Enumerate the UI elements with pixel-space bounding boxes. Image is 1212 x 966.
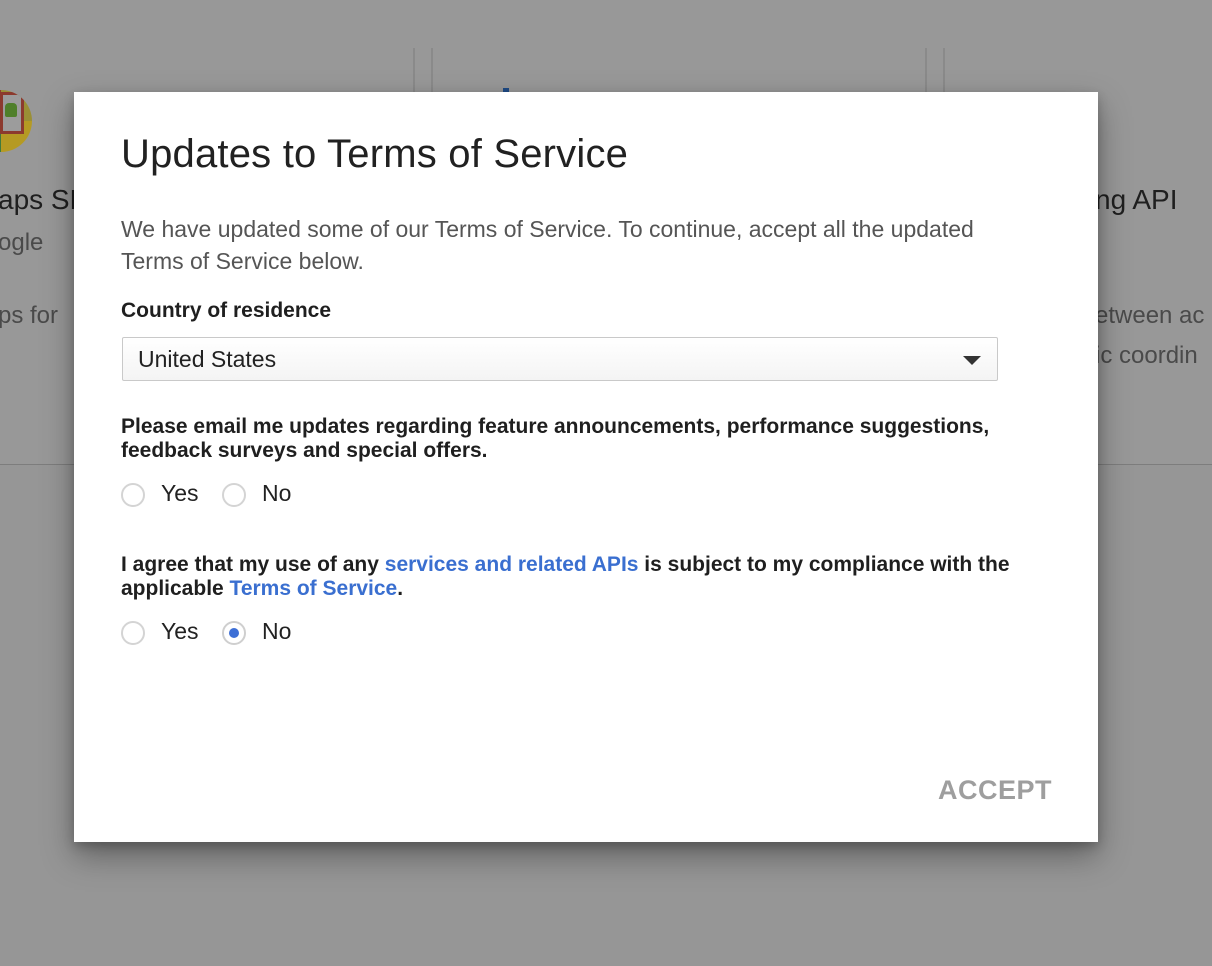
card-title: ng API xyxy=(1095,184,1178,215)
country-select-value: United States xyxy=(138,346,277,372)
country-select[interactable]: United States xyxy=(122,337,998,381)
radio-unchecked-icon xyxy=(121,621,145,645)
card-subtitle: ogle xyxy=(0,229,44,256)
services-apis-link[interactable]: services and related APIs xyxy=(385,553,639,576)
accept-button[interactable]: ACCEPT xyxy=(938,775,1052,806)
terms-dialog: Updates to Terms of Service We have upda… xyxy=(74,92,1098,842)
dialog-intro-text: We have updated some of our Terms of Ser… xyxy=(121,216,974,274)
agreement-text: I agree that my use of any xyxy=(121,553,385,576)
card-description: ic coordin xyxy=(1095,342,1198,369)
country-label: Country of residence xyxy=(121,299,332,322)
radio-label: Yes xyxy=(161,618,199,644)
card-description: ps for xyxy=(0,302,59,329)
radio-label: No xyxy=(262,618,292,644)
terms-agreement-question: I agree that my use of any services and … xyxy=(121,553,1021,601)
chevron-down-icon xyxy=(963,356,981,365)
terms-of-service-link[interactable]: Terms of Service xyxy=(230,577,398,600)
card-description: etween ac xyxy=(1095,302,1205,329)
radio-label: Yes xyxy=(161,480,199,506)
radio-checked-icon xyxy=(222,621,246,645)
radio-unchecked-icon xyxy=(222,483,246,507)
dialog-title: Updates to Terms of Service xyxy=(121,132,629,176)
radio-label: No xyxy=(262,480,292,506)
agreement-text: . xyxy=(397,577,404,600)
email-updates-question: Please email me updates regarding featur… xyxy=(121,415,990,462)
radio-unchecked-icon xyxy=(121,483,145,507)
android-maps-logo-icon xyxy=(0,90,32,152)
